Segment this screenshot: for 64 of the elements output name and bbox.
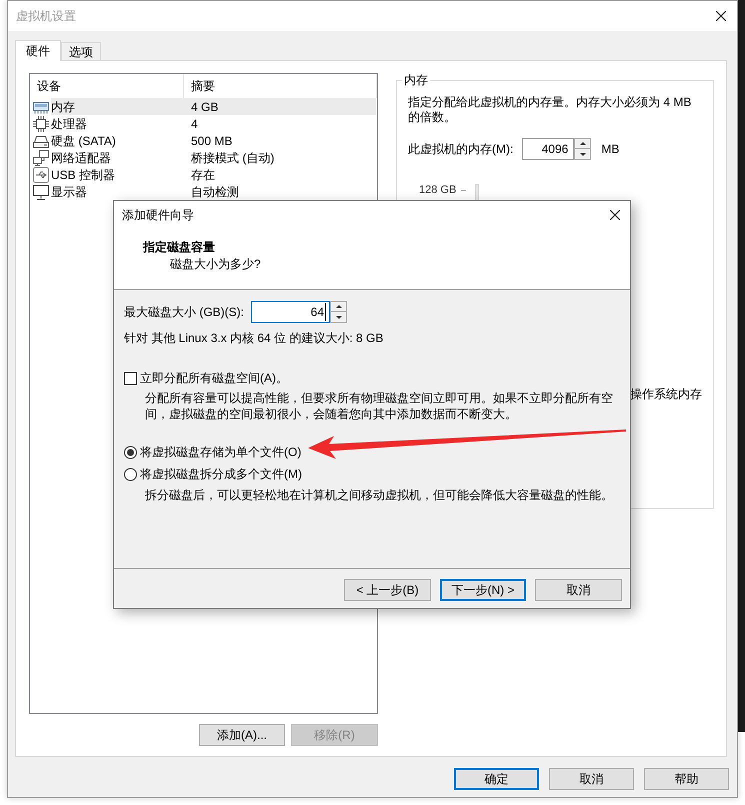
memory-unit: MB bbox=[601, 141, 620, 158]
processor-chip-icon bbox=[33, 116, 49, 132]
device-summary: 4 GB bbox=[191, 100, 218, 114]
dialog-title: 添加硬件向导 bbox=[122, 207, 194, 224]
window-title: 虚拟机设置 bbox=[16, 8, 76, 25]
device-summary: 4 bbox=[191, 116, 198, 130]
device-summary: 自动检测 bbox=[191, 184, 239, 198]
device-row[interactable]: 内存 4 GB bbox=[51, 98, 376, 115]
spin-down-button[interactable] bbox=[330, 312, 347, 323]
caret-down-icon bbox=[580, 152, 586, 156]
device-name: 内存 bbox=[51, 100, 75, 114]
spin-down-button[interactable] bbox=[574, 149, 592, 160]
scale-label: 128 GB bbox=[419, 184, 458, 196]
caret-up-icon bbox=[336, 305, 342, 308]
device-summary: 500 MB bbox=[191, 134, 232, 148]
device-row[interactable]: 显示器 自动检测 bbox=[51, 183, 376, 200]
dialog-button[interactable]: 确定 bbox=[454, 768, 539, 790]
device-name: 硬盘 (SATA) bbox=[51, 134, 116, 148]
group-title: 内存 bbox=[402, 72, 430, 88]
tab[interactable]: 选项 bbox=[61, 42, 101, 60]
dialog-heading: 指定磁盘容量 bbox=[143, 239, 216, 255]
close-icon bbox=[716, 11, 726, 21]
monitor-icon bbox=[33, 184, 49, 200]
device-row[interactable]: 网络适配器 桥接模式 (自动) bbox=[51, 149, 376, 166]
caret-down-icon bbox=[336, 316, 342, 318]
radio-button[interactable] bbox=[124, 468, 137, 480]
device-name: USB 控制器 bbox=[51, 168, 116, 182]
spin-up-button[interactable] bbox=[574, 138, 592, 149]
device-row[interactable]: USB 控制器 存在 bbox=[51, 166, 376, 183]
device-name: 显示器 bbox=[51, 184, 87, 198]
option-description: 拆分磁盘后，可以更轻松地在计算机之间移动虚拟机，但可能会降低大容量磁盘的性能。 bbox=[145, 487, 614, 503]
network-adapter-icon bbox=[33, 150, 49, 166]
device-summary: 桥接模式 (自动) bbox=[191, 150, 274, 164]
memory-note: 操作系统内存 bbox=[630, 386, 702, 402]
wizard-button[interactable]: < 上一步(B) bbox=[344, 579, 431, 601]
dialog-button[interactable]: 帮助 bbox=[644, 768, 729, 790]
caret-up-icon bbox=[580, 142, 586, 145]
memory-size-field[interactable]: 4096 bbox=[522, 138, 574, 160]
add-button[interactable]: 添加(A)... bbox=[199, 724, 285, 746]
spin-up-button[interactable] bbox=[330, 301, 347, 312]
device-name: 处理器 bbox=[51, 116, 87, 130]
dialog-subheading: 磁盘大小为多少? bbox=[169, 256, 262, 272]
wizard-button[interactable]: 下一步(N) > bbox=[440, 579, 526, 601]
wizard-button[interactable]: 取消 bbox=[535, 579, 622, 601]
tab[interactable]: 硬件 bbox=[15, 40, 61, 61]
usb-icon bbox=[33, 166, 49, 182]
disk-size-field[interactable]: 64 bbox=[251, 301, 330, 323]
dialog-button[interactable]: 取消 bbox=[549, 768, 634, 790]
recommendation-text: 针对 其他 Linux 3.x 内核 64 位 的建议大小: 8 GB bbox=[124, 330, 384, 346]
close-icon bbox=[610, 210, 620, 220]
memory-description: 指定分配给此虚拟机的内存量。内存大小必须为 4 MB 的倍数。 bbox=[408, 95, 692, 125]
disk-size-label: 最大磁盘大小 (GB)(S): bbox=[124, 304, 244, 321]
radio-button[interactable] bbox=[124, 446, 137, 458]
device-name: 网络适配器 bbox=[51, 150, 111, 164]
device-summary: 存在 bbox=[191, 168, 215, 182]
option-description: 分配所有容量可以提高性能，但要求所有物理磁盘空间立即可用。如果不立即分配所有空间，虚拟磁盘的空间最初很小，会随着您向其中添加数据而不断变大。 bbox=[145, 390, 614, 422]
scale-tick bbox=[461, 190, 466, 191]
device-row[interactable]: 硬盘 (SATA) 500 MB bbox=[51, 132, 376, 149]
memory-label: 此虚拟机的内存(M): bbox=[408, 141, 514, 158]
radio-label[interactable]: 将虚拟磁盘拆分成多个文件(M) bbox=[140, 465, 302, 483]
checkbox[interactable] bbox=[124, 372, 137, 384]
radio-label[interactable]: 将虚拟磁盘存储为单个文件(O) bbox=[140, 443, 302, 461]
device-row[interactable]: 处理器 4 bbox=[51, 115, 376, 132]
checkbox-label[interactable]: 立即分配所有磁盘空间(A)。 bbox=[140, 369, 288, 387]
